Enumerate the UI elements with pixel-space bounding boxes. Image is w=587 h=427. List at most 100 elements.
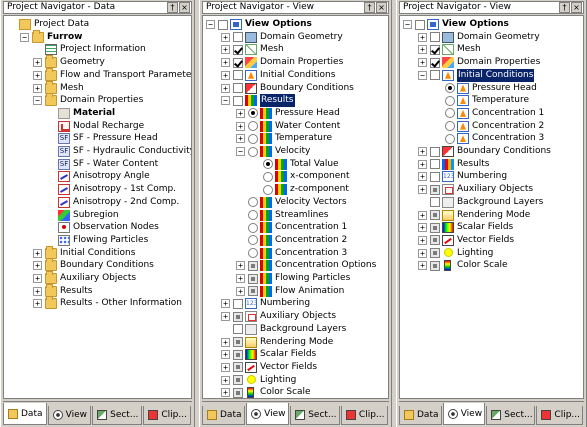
tree-item[interactable]: z-component [263, 183, 349, 196]
tree-row[interactable]: Background Layers [400, 196, 583, 209]
tree-item[interactable]: Temperature [445, 94, 529, 107]
tree-item[interactable]: Domain Properties [233, 56, 343, 69]
tab-section[interactable]: Sect... [290, 406, 340, 425]
tree-item[interactable]: Nodal Recharge [58, 120, 144, 133]
tree-item[interactable]: Background Layers [233, 323, 346, 336]
tree-row[interactable]: + Domain Properties [203, 56, 388, 69]
expand-icon[interactable]: + [418, 45, 427, 55]
expand-icon[interactable]: + [221, 70, 230, 80]
tree-item[interactable]: Anisotropy - 2nd Comp. [58, 196, 179, 209]
tree-row[interactable]: + Boundary Conditions [400, 145, 583, 158]
tree-item[interactable]: Project Information [45, 43, 146, 56]
radio-button[interactable] [248, 222, 258, 233]
tree-item[interactable]: Furrow [32, 29, 82, 44]
tree-row[interactable]: Velocity Vectors [203, 196, 388, 209]
tree-item[interactable]: Domain Properties [45, 93, 143, 107]
visibility-checkbox[interactable] [430, 146, 440, 157]
expand-icon[interactable]: + [221, 350, 230, 360]
radio-button[interactable] [248, 121, 258, 132]
visibility-checkbox[interactable] [430, 248, 440, 259]
tree-row[interactable]: + Boundary Conditions [203, 82, 388, 95]
expand-icon[interactable]: + [236, 121, 245, 131]
tree-item[interactable]: Boundary Conditions [233, 82, 354, 95]
tree-row[interactable]: Anisotropy - 2nd Comp. [4, 196, 191, 209]
tree-row[interactable]: − Results [203, 94, 388, 108]
tree-item[interactable]: Lighting [430, 247, 493, 260]
tab-data[interactable]: Data [399, 406, 442, 425]
expand-icon[interactable]: + [418, 32, 427, 42]
tree-row[interactable]: Concentration 2 [400, 120, 583, 133]
expand-icon[interactable]: + [33, 248, 42, 258]
tree-item[interactable]: Concentration 1 [248, 221, 347, 234]
collapse-icon[interactable]: − [20, 32, 29, 42]
close-icon[interactable]: × [571, 2, 582, 13]
tab-view[interactable]: View [246, 403, 290, 425]
expand-icon[interactable]: + [33, 299, 42, 309]
expand-icon[interactable]: + [221, 375, 230, 385]
radio-button[interactable] [248, 248, 258, 259]
collapse-icon[interactable]: − [33, 96, 42, 106]
tree-row[interactable]: SF SF - Hydraulic Conductivity [4, 145, 191, 158]
tree-row[interactable]: z-component [203, 183, 388, 196]
collapse-icon[interactable]: − [418, 70, 427, 80]
tab-clip[interactable]: Clip... [536, 406, 583, 425]
tree-row[interactable]: + Lighting [203, 374, 388, 387]
tree-item[interactable]: Anisotropy - 1st Comp. [58, 183, 176, 196]
tree-row[interactable]: − View Options [203, 18, 388, 31]
tree-item[interactable]: Rendering Mode [233, 336, 333, 349]
tab-section[interactable]: Sect... [92, 406, 143, 425]
tree-item[interactable]: Scalar Fields [430, 221, 513, 234]
tree-item[interactable]: View Options [415, 18, 509, 31]
expand-icon[interactable]: + [236, 286, 245, 296]
collapse-icon[interactable]: − [403, 20, 412, 29]
tree-row[interactable]: Subregion [4, 209, 191, 222]
collapse-icon[interactable]: − [221, 96, 230, 106]
pin-icon[interactable]: † [559, 2, 570, 13]
tree-row[interactable]: + Domain Geometry [400, 31, 583, 44]
expand-icon[interactable]: + [33, 274, 42, 283]
tree-row[interactable]: + Rendering Mode [203, 336, 388, 349]
radio-button[interactable] [263, 159, 273, 170]
radio-button[interactable] [248, 210, 258, 220]
tree-item[interactable]: Mesh [430, 43, 481, 56]
visibility-checkbox[interactable] [430, 70, 440, 81]
tree-row[interactable]: +123 Numbering [400, 170, 583, 183]
expand-icon[interactable]: + [236, 274, 245, 283]
visibility-checkbox[interactable] [233, 311, 243, 322]
tree-item[interactable]: Lighting [233, 374, 296, 387]
tree-item[interactable]: Color Scale [430, 259, 508, 272]
tree-item[interactable]: Velocity [248, 145, 310, 158]
tree-row[interactable]: + Results - Other Information [4, 296, 191, 310]
tree-row[interactable]: + Pressure Head [203, 107, 388, 120]
tree-row[interactable]: − Domain Properties [4, 93, 191, 107]
expand-icon[interactable]: + [418, 223, 427, 233]
tree-row[interactable]: − Initial Conditions [400, 68, 583, 82]
expand-icon[interactable]: + [221, 337, 230, 347]
tree-row[interactable]: + Scalar Fields [400, 221, 583, 234]
visibility-checkbox[interactable] [233, 70, 243, 81]
radio-button[interactable] [445, 121, 455, 132]
tab-data[interactable]: Data [202, 406, 246, 425]
tree-row[interactable]: Pressure Head [400, 82, 583, 95]
tree-row[interactable]: − Furrow [4, 29, 191, 44]
expand-icon[interactable]: + [33, 70, 42, 80]
visibility-checkbox[interactable] [233, 298, 243, 309]
tree-row[interactable]: + Concentration Options [203, 259, 388, 272]
tree-row[interactable]: + Boundary Conditions [4, 258, 191, 272]
tree-row[interactable]: + Flow Animation [203, 285, 388, 298]
visibility-checkbox[interactable] [233, 324, 243, 335]
tree-item[interactable]: Geometry [45, 55, 105, 69]
tree-item[interactable]: Temperature [248, 132, 332, 145]
tree-row[interactable]: Concentration 3 [400, 132, 583, 145]
visibility-checkbox[interactable] [248, 273, 258, 284]
visibility-checkbox[interactable] [233, 387, 243, 398]
tree-row[interactable]: Total Value [203, 158, 388, 171]
collapse-icon[interactable]: − [206, 20, 215, 29]
visibility-checkbox[interactable] [430, 159, 440, 170]
pin-icon[interactable]: † [364, 2, 375, 13]
expand-icon[interactable]: + [221, 83, 230, 93]
tree-item[interactable]: Velocity Vectors [248, 196, 347, 209]
tree-row[interactable]: + Auxiliary Objects [4, 271, 191, 285]
visibility-checkbox[interactable] [233, 44, 243, 55]
tree-item[interactable]: Concentration 3 [445, 132, 544, 145]
